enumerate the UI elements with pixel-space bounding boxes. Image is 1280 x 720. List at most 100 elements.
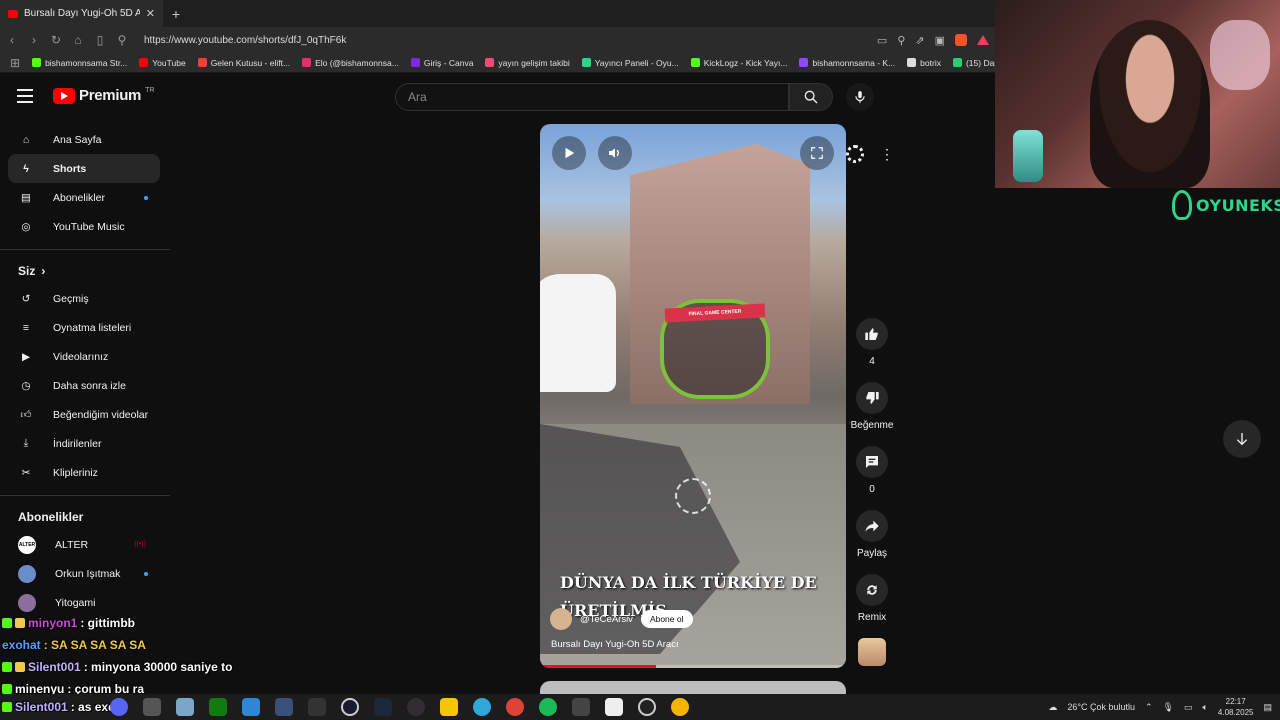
sidebar-item-subscriptions[interactable]: ▤ Abonelikler [8,183,160,212]
site-info-icon[interactable]: ⚲ [116,33,128,47]
obs-icon[interactable] [407,698,425,716]
new-tab-button[interactable]: + [163,6,189,22]
url-field[interactable]: https://www.youtube.com/shorts/dfJ_0qThF… [138,35,867,46]
bookmark-item[interactable]: bishamonnsama - K... [799,58,895,68]
brave-shields-icon[interactable] [955,34,967,46]
subscribe-button[interactable]: Abone ol [640,610,693,628]
sidebar-item-your-videos[interactable]: ▶ Videolarınız [8,342,160,371]
sidebar-item-playlists[interactable]: ≡ Oynatma listeleri [8,313,160,342]
discord-icon[interactable] [110,698,128,716]
video-progress-bar[interactable] [540,665,846,668]
bookmark-item[interactable]: KickLogz - Kick Yayı... [690,58,787,68]
bookmark-item[interactable]: YouTube [139,58,186,68]
share-page-icon[interactable]: ⇗ [915,34,924,47]
chevron-up-icon[interactable]: ⌃ [1145,702,1153,713]
close-tab-icon[interactable]: ✕ [146,7,155,20]
channel-avatar[interactable] [550,608,572,630]
microphone-tray-icon[interactable]: 🎙︎ [1163,702,1174,713]
sidebar-item-watch-later[interactable]: ◷ Daha sonra izle [8,371,160,400]
subscription-item[interactable]: ALTER ALTER ((•)) [8,530,160,559]
notion-icon[interactable] [605,698,623,716]
sound-thumbnail[interactable] [858,638,886,666]
forward-icon[interactable]: › [28,33,40,47]
home-icon: ⌂ [22,133,30,146]
apps-grid-icon[interactable]: ⊞ [10,56,20,70]
edge-icon[interactable] [473,698,491,716]
sidebar-item-history[interactable]: ↺ Geçmiş [8,284,160,313]
settings-icon[interactable] [846,145,864,163]
comment-icon [866,456,878,468]
game-app-icon[interactable] [275,698,293,716]
reload-icon[interactable]: ↻ [50,33,62,47]
speaker-icon[interactable]: 🔈︎ [1202,702,1207,713]
shorts-video-player[interactable]: FINAL GAME CENTER DÜNYA DA İLK TÜRKİYE D… [540,124,846,668]
sidebar-item-shorts[interactable]: ϟ Shorts [8,154,160,183]
steam-icon[interactable] [374,698,392,716]
chat-badge-icon [15,618,25,628]
channel-row: @TeCeArsiv Abone ol [550,608,693,630]
remix-button[interactable] [856,574,888,606]
search-button[interactable] [789,83,833,111]
fullscreen-button[interactable] [800,136,834,170]
voice-search-button[interactable] [846,83,874,111]
sidebar-item-downloads[interactable]: ⤓ İndirilenler [8,429,160,458]
bookmark-item[interactable]: bishamonnsama Str... [32,58,127,68]
sidebar-item-home[interactable]: ⌂ Ana Sayfa [8,125,160,154]
clock[interactable]: 22:17 4.08.2025 [1218,696,1254,718]
browser-app-icon[interactable] [671,698,689,716]
network-icon[interactable]: ▭ [1184,702,1193,713]
weather-text[interactable]: 26°C Çok bulutlu [1067,702,1135,712]
volume-button[interactable] [598,136,632,170]
bookmark-item[interactable]: Gelen Kutusu - elift... [197,58,290,68]
youtube-premium-logo[interactable]: Premium TR [53,87,154,104]
search-input[interactable] [396,84,788,110]
chatgpt-icon[interactable] [638,698,656,716]
settings-app-icon[interactable] [176,698,194,716]
chat-message: Silent001: as exo [2,696,115,718]
printer-icon[interactable] [143,698,161,716]
browser-tab-active[interactable]: Bursalı Dayı Yugi-Oh 5D Aracı - Y ✕ [0,0,163,27]
bookmark-item[interactable]: yayın gelişim takibi [485,58,570,68]
sidebar-item-clips[interactable]: ✂ Klipleriniz [8,458,160,487]
sidebar-item-liked[interactable]: 👍︎ Beğendiğim videolar [8,400,160,429]
feather-app-icon[interactable] [572,698,590,716]
subscription-item[interactable]: Orkun Işıtmak [8,559,160,588]
bookmark-item[interactable]: Giriş - Canva [410,58,473,68]
chrome-icon[interactable] [506,698,524,716]
channel-name[interactable]: @TeCeArsiv [580,614,633,625]
weather-icon[interactable]: ☁ [1048,702,1057,713]
screenshot-icon[interactable]: ▣ [935,34,945,47]
home-browser-icon[interactable]: ⌂ [72,33,84,47]
zoom-icon[interactable]: ⚲ [897,34,905,47]
dislike-button[interactable] [856,382,888,414]
next-video-button[interactable] [1223,420,1261,458]
video-title[interactable]: Bursalı Dayı Yugi-Oh 5D Aracı [551,639,679,650]
brave-rewards-icon[interactable] [977,35,989,45]
bookmark-item[interactable]: Yayıncı Paneli - Oyu... [581,58,679,68]
bookmark-icon[interactable]: ▯ [94,33,106,47]
like-button[interactable] [856,318,888,350]
norton-icon[interactable] [440,698,458,716]
share-button[interactable] [856,510,888,542]
sidebar-item-youtube-music[interactable]: ◎ YouTube Music [8,212,160,241]
cast-icon[interactable]: ▭ [877,34,887,47]
new-content-dot [144,195,148,200]
bookmark-item[interactable]: botrix [907,58,941,68]
back-icon[interactable]: ‹ [6,33,18,47]
ubisoft-icon[interactable] [341,698,359,716]
xbox-icon[interactable] [209,698,227,716]
play-button[interactable] [552,136,586,170]
notifications-icon[interactable]: ▤ [1263,702,1272,713]
avatar [18,564,36,583]
sidebar-you-heading[interactable]: Siz › [0,258,170,284]
progress-fill [540,665,657,668]
comments-button[interactable] [856,446,888,478]
epic-games-icon[interactable] [308,698,326,716]
menu-icon[interactable] [17,89,33,103]
more-options-icon[interactable]: ⋮ [880,146,894,163]
oyuneks-mark-icon [1172,190,1192,220]
bookmark-item[interactable]: Elo (@bishamonnsa... [302,58,399,68]
oyuneks-logo-text: OYUNEKS [1196,195,1280,215]
store-icon[interactable] [242,698,260,716]
spotify-icon[interactable] [539,698,557,716]
